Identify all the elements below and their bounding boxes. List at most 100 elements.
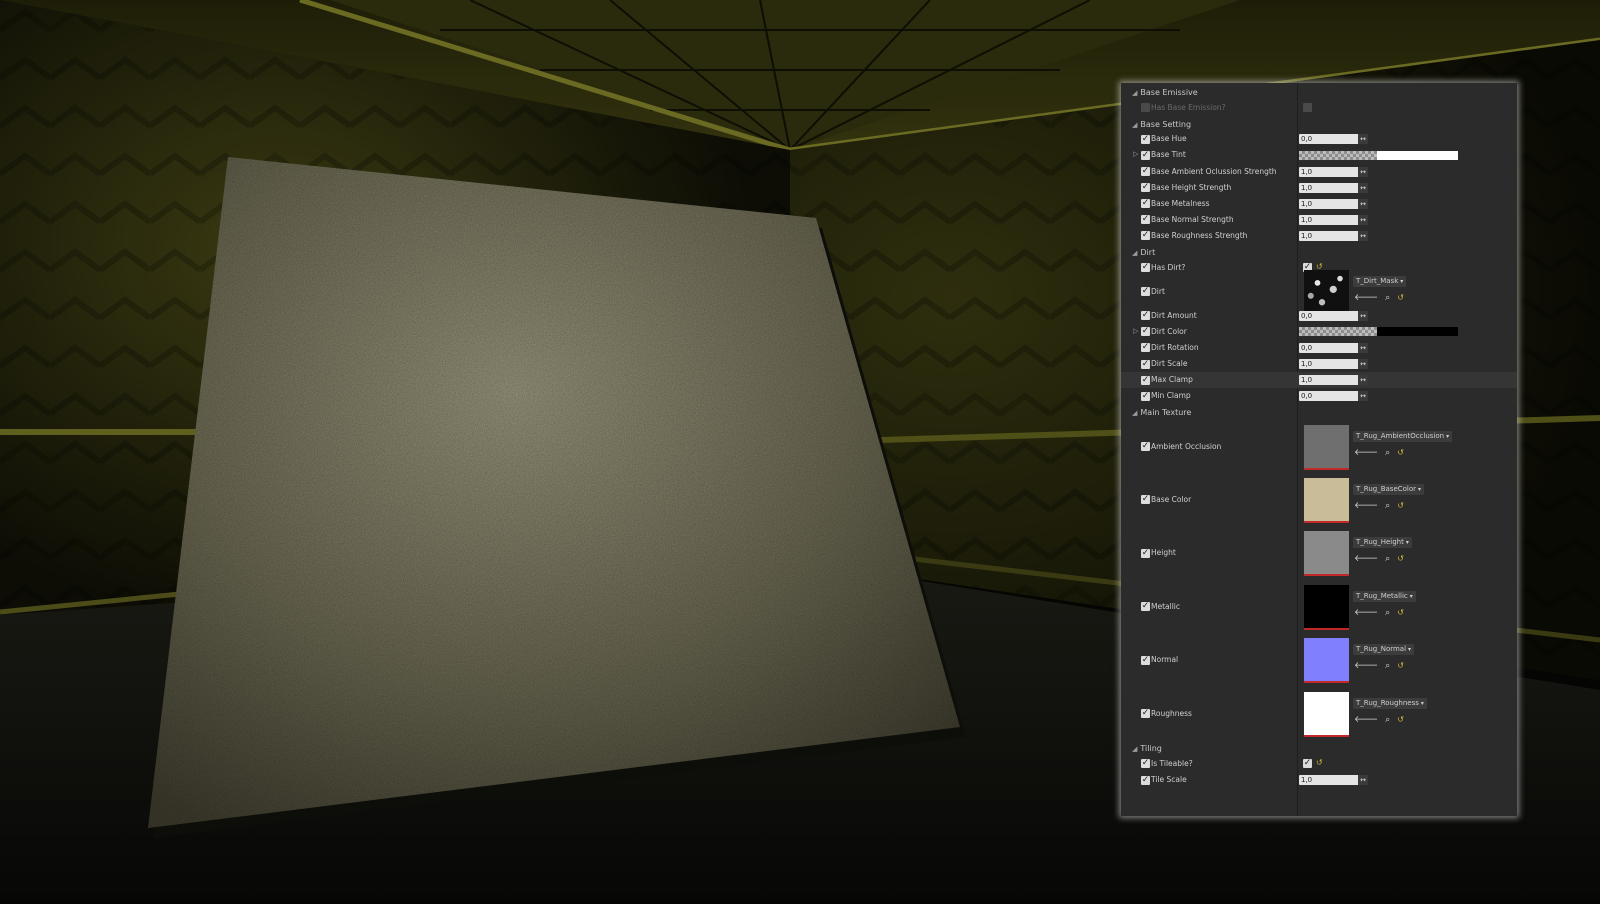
dropdown-arrow-icon[interactable]: ▾ [1410, 593, 1413, 600]
override-checkbox[interactable]: ✓ [1141, 103, 1150, 113]
asset-picker[interactable]: T_Rug_AmbientOcclusion ▾ [1353, 430, 1453, 442]
use-selected-asset-icon[interactable]: 🡐 [1354, 500, 1378, 511]
browse-asset-icon[interactable]: ⌕ [1385, 608, 1390, 618]
numeric-input[interactable]: 0,0 ↔ [1299, 391, 1368, 402]
override-checkbox[interactable]: ✓ [1141, 709, 1150, 719]
browse-asset-icon[interactable]: ⌕ [1385, 448, 1390, 458]
texture-thumbnail[interactable] [1304, 424, 1349, 470]
browse-asset-icon[interactable]: ⌕ [1385, 293, 1390, 303]
override-checkbox[interactable]: ✓ [1141, 375, 1150, 385]
use-selected-asset-icon[interactable]: 🡐 [1354, 292, 1378, 303]
spin-arrow-icon[interactable]: ↔ [1358, 134, 1368, 145]
asset-picker[interactable]: T_Rug_Height ▾ [1353, 537, 1412, 549]
use-selected-asset-icon[interactable]: 🡐 [1354, 553, 1378, 564]
spin-arrow-icon[interactable]: ↔ [1358, 359, 1368, 370]
reset-to-default-icon[interactable]: ↺ [1397, 661, 1404, 670]
override-checkbox[interactable]: ✓ [1141, 655, 1150, 665]
spin-arrow-icon[interactable]: ↔ [1358, 342, 1368, 353]
override-checkbox[interactable]: ✓ [1141, 215, 1150, 225]
override-checkbox[interactable]: ✓ [1141, 134, 1150, 144]
material-details-panel[interactable]: ◢Base Emissive✓Has Base Emission?◢Base S… [1121, 83, 1517, 816]
override-checkbox[interactable]: ✓ [1141, 199, 1150, 209]
color-picker[interactable] [1299, 150, 1458, 160]
override-checkbox[interactable]: ✓ [1141, 775, 1150, 785]
numeric-input[interactable]: 1,0 ↔ [1299, 214, 1368, 225]
reset-to-default-icon[interactable]: ↺ [1316, 758, 1323, 767]
override-checkbox[interactable]: ✓ [1141, 343, 1150, 353]
dropdown-arrow-icon[interactable]: ▾ [1418, 486, 1421, 493]
spin-arrow-icon[interactable]: ↔ [1358, 391, 1368, 402]
browse-asset-icon[interactable]: ⌕ [1385, 661, 1390, 671]
spin-arrow-icon[interactable]: ↔ [1358, 214, 1368, 225]
collapse-arrow-icon[interactable]: ◢ [1132, 745, 1137, 753]
override-checkbox[interactable]: ✓ [1141, 495, 1150, 505]
category-main-texture[interactable]: ◢ Main Texture [1132, 406, 1191, 420]
spin-arrow-icon[interactable]: ↔ [1358, 230, 1368, 241]
category-dirt[interactable]: ◢ Dirt [1132, 246, 1155, 260]
override-checkbox[interactable]: ✓ [1141, 442, 1150, 452]
spin-arrow-icon[interactable]: ↔ [1358, 775, 1368, 786]
spin-arrow-icon[interactable]: ↔ [1358, 182, 1368, 193]
use-selected-asset-icon[interactable]: 🡐 [1354, 714, 1378, 725]
numeric-input[interactable]: 0,0 ↔ [1299, 134, 1368, 145]
browse-asset-icon[interactable]: ⌕ [1385, 501, 1390, 511]
collapse-arrow-icon[interactable]: ◢ [1132, 249, 1137, 257]
use-selected-asset-icon[interactable]: 🡐 [1354, 607, 1378, 618]
asset-picker[interactable]: T_Rug_Metallic ▾ [1353, 590, 1416, 602]
dropdown-arrow-icon[interactable]: ▾ [1446, 433, 1449, 440]
expand-arrow-icon[interactable]: ▷ [1133, 150, 1138, 158]
override-checkbox[interactable]: ✓ [1141, 167, 1150, 177]
numeric-input[interactable]: 1,0 ↔ [1299, 166, 1368, 177]
spin-arrow-icon[interactable]: ↔ [1358, 375, 1368, 386]
override-checkbox[interactable]: ✓ [1141, 327, 1150, 337]
numeric-input[interactable]: 1,0 ↔ [1299, 359, 1368, 370]
numeric-input[interactable]: 1,0 ↔ [1299, 230, 1368, 241]
collapse-arrow-icon[interactable]: ◢ [1132, 121, 1137, 129]
override-checkbox[interactable]: ✓ [1141, 287, 1150, 297]
override-checkbox[interactable]: ✓ [1141, 602, 1150, 612]
spin-arrow-icon[interactable]: ↔ [1358, 166, 1368, 177]
numeric-input[interactable]: 1,0 ↔ [1299, 775, 1368, 786]
browse-asset-icon[interactable]: ⌕ [1385, 715, 1390, 725]
browse-asset-icon[interactable]: ⌕ [1385, 554, 1390, 564]
dropdown-arrow-icon[interactable]: ▾ [1408, 646, 1411, 653]
override-checkbox[interactable]: ✓ [1141, 263, 1150, 273]
reset-to-default-icon[interactable]: ↺ [1397, 448, 1404, 457]
numeric-input[interactable]: 1,0 ↔ [1299, 375, 1368, 386]
collapse-arrow-icon[interactable]: ◢ [1132, 409, 1137, 417]
numeric-input[interactable]: 1,0 ↔ [1299, 182, 1368, 193]
texture-thumbnail[interactable] [1304, 531, 1349, 577]
asset-picker[interactable]: T_Rug_Normal ▾ [1353, 644, 1415, 656]
override-checkbox[interactable]: ✓ [1141, 759, 1150, 769]
use-selected-asset-icon[interactable]: 🡐 [1354, 660, 1378, 671]
asset-picker[interactable]: T_Rug_BaseColor ▾ [1353, 483, 1425, 495]
override-checkbox[interactable]: ✓ [1141, 548, 1150, 558]
override-checkbox[interactable]: ✓ [1141, 359, 1150, 369]
texture-thumbnail[interactable] [1304, 691, 1349, 737]
category-tiling[interactable]: ◢ Tiling [1132, 742, 1162, 756]
texture-thumbnail[interactable] [1304, 584, 1349, 630]
override-checkbox[interactable]: ✓ [1141, 231, 1150, 241]
override-checkbox[interactable]: ✓ [1141, 183, 1150, 193]
value-checkbox[interactable] [1303, 103, 1312, 113]
numeric-input[interactable]: 0,0 ↔ [1299, 342, 1368, 353]
reset-to-default-icon[interactable]: ↺ [1397, 501, 1404, 510]
expand-arrow-icon[interactable]: ▷ [1133, 327, 1138, 335]
dropdown-arrow-icon[interactable]: ▾ [1421, 700, 1424, 707]
spin-arrow-icon[interactable]: ↔ [1358, 198, 1368, 209]
dropdown-arrow-icon[interactable]: ▾ [1406, 539, 1409, 546]
color-picker[interactable] [1299, 327, 1458, 337]
asset-picker[interactable]: T_Rug_Roughness ▾ [1353, 697, 1427, 709]
texture-thumbnail[interactable] [1304, 477, 1349, 523]
category-base-emissive[interactable]: ◢ Base Emissive [1132, 86, 1198, 100]
override-checkbox[interactable]: ✓ [1141, 311, 1150, 321]
asset-picker[interactable]: T_Dirt_Mask ▾ [1353, 275, 1407, 287]
override-checkbox[interactable]: ✓ [1141, 150, 1150, 160]
spin-arrow-icon[interactable]: ↔ [1358, 310, 1368, 321]
dropdown-arrow-icon[interactable]: ▾ [1400, 278, 1403, 285]
value-checkbox[interactable]: ✓ [1303, 759, 1312, 769]
category-base-setting[interactable]: ◢ Base Setting [1132, 118, 1191, 132]
collapse-arrow-icon[interactable]: ◢ [1132, 89, 1137, 97]
use-selected-asset-icon[interactable]: 🡐 [1354, 447, 1378, 458]
override-checkbox[interactable]: ✓ [1141, 391, 1150, 401]
